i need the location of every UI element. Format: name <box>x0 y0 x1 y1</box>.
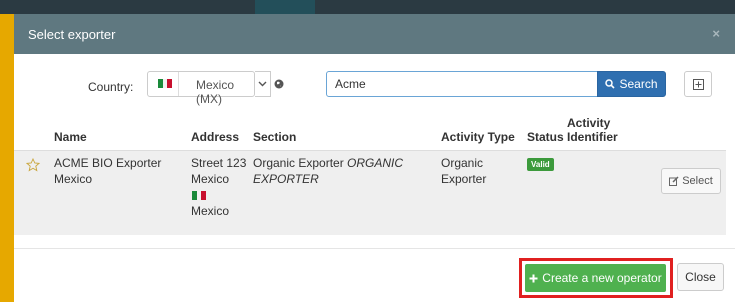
globe-button[interactable] <box>271 71 287 97</box>
row-section-plain: Organic Exporter <box>253 156 348 170</box>
flag-mexico-icon <box>192 191 206 200</box>
dialog-title: Select exporter <box>28 27 116 42</box>
search-input[interactable] <box>326 71 612 97</box>
background-app-bar <box>0 0 735 14</box>
country-label: Country: <box>88 80 134 94</box>
country-dropdown-toggle[interactable] <box>255 71 271 97</box>
search-button-label: Search <box>619 77 658 91</box>
create-operator-label: Create a new operator <box>542 271 662 285</box>
search-bar: Country: Mexico (MX) Search <box>14 70 735 106</box>
select-exporter-dialog: Select exporter × Country: Mexico (MX) S… <box>14 14 735 302</box>
expand-button[interactable] <box>684 71 712 97</box>
row-name-line2: Mexico <box>54 172 93 186</box>
column-address: Address <box>191 130 240 144</box>
close-button-label: Close <box>685 270 716 284</box>
row-address-city: Mexico <box>191 172 230 186</box>
background-tab <box>255 0 315 14</box>
row-section-italic-1: ORGANIC <box>347 156 404 170</box>
column-section: Section <box>253 130 297 144</box>
expand-icon <box>693 79 704 90</box>
country-value: Mexico (MX) <box>196 78 235 106</box>
close-button[interactable]: Close <box>677 263 724 291</box>
row-activity-type-line1: Organic <box>441 156 484 170</box>
column-activity-identifier-line2: Identifier <box>567 130 618 144</box>
status-badge: Valid <box>527 158 554 171</box>
modal-backdrop-left <box>0 14 14 302</box>
row-section-italic-2: EXPORTER <box>253 172 319 186</box>
dialog-header: Select exporter × <box>14 14 735 54</box>
row-address-country: Mexico <box>191 204 230 218</box>
globe-icon <box>274 79 284 89</box>
search-icon <box>605 79 616 89</box>
footer-divider <box>14 248 735 249</box>
edit-icon <box>669 176 679 186</box>
select-button[interactable]: Select <box>661 168 721 194</box>
country-select[interactable]: Mexico (MX) <box>147 71 255 106</box>
column-activity-type: Activity Type <box>441 130 515 144</box>
select-button-label: Select <box>682 175 713 187</box>
results-table-header: Name Address Section Activity Type Statu… <box>14 114 735 150</box>
chevron-down-icon <box>258 81 267 87</box>
search-button[interactable]: Search <box>597 71 666 97</box>
create-operator-button[interactable]: Create a new operator <box>525 264 666 292</box>
column-name: Name <box>54 130 87 144</box>
table-row[interactable]: ACME BIO Exporter Mexico Street 123 Mexi… <box>14 150 726 235</box>
row-name-line1: ACME BIO Exporter <box>54 156 162 170</box>
plus-icon <box>529 274 538 282</box>
row-address-street: Street 123 <box>191 156 247 170</box>
select-divider <box>178 72 179 96</box>
column-status: Status <box>527 130 564 144</box>
close-icon[interactable]: × <box>712 26 720 41</box>
star-icon[interactable] <box>26 158 40 172</box>
row-activity-type-line2: Exporter <box>441 172 487 186</box>
row-section-line1: Organic Exporter ORGANIC <box>253 156 403 171</box>
column-activity-identifier-line1: Activity <box>567 116 611 130</box>
flag-mexico-icon <box>158 79 172 88</box>
